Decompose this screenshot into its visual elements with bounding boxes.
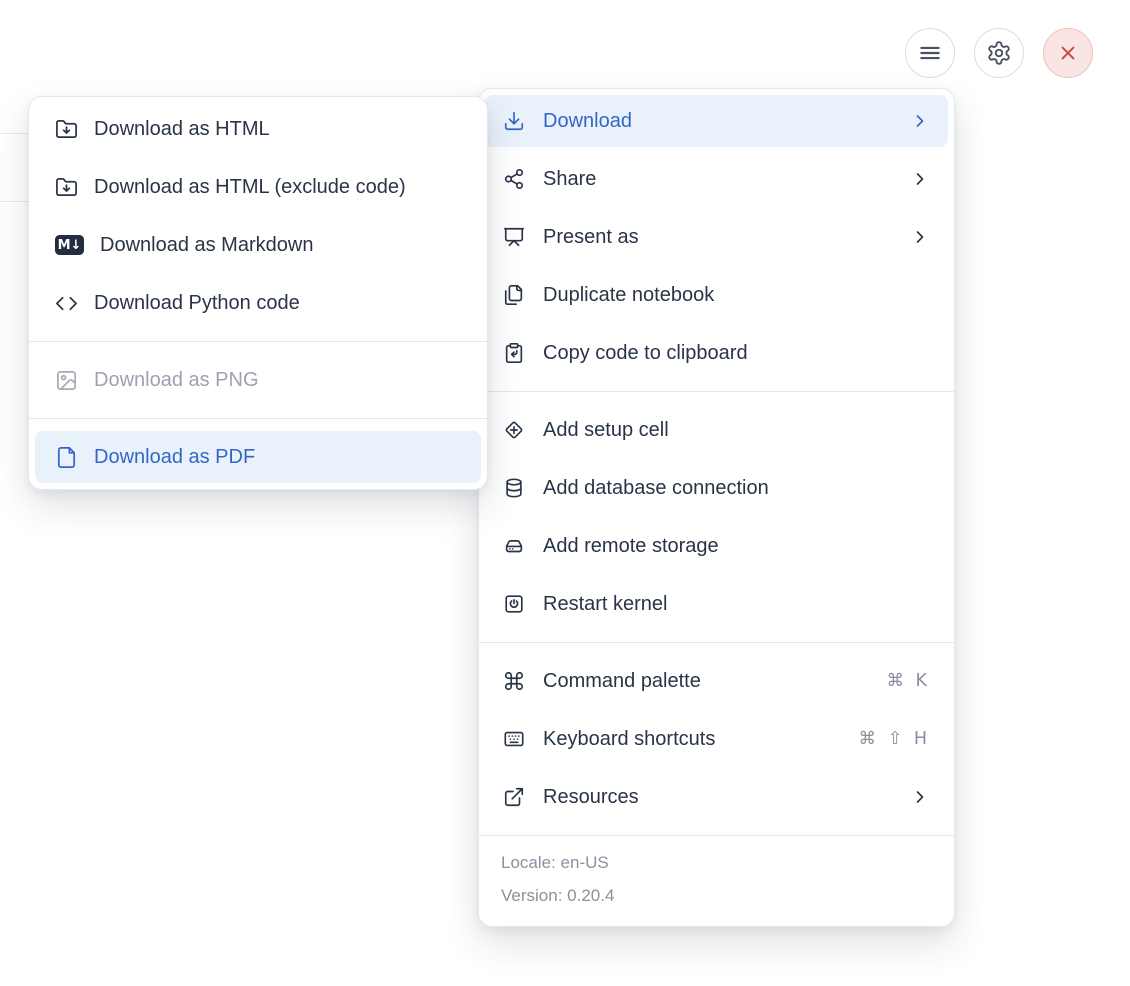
- menu-separator: [479, 391, 954, 392]
- command-icon: [503, 670, 525, 692]
- submenu-item-download-html-exclude-code[interactable]: Download as HTML (exclude code): [35, 161, 481, 213]
- file-icon: [55, 446, 78, 469]
- menu-item-label: Present as: [543, 225, 639, 248]
- settings-button[interactable]: [974, 28, 1024, 78]
- menu-item-download[interactable]: Download: [485, 95, 948, 147]
- app-screen: Download Share Present as Duplicate note…: [0, 0, 1130, 986]
- menu-item-restart-kernel[interactable]: Restart kernel: [485, 578, 948, 630]
- main-menu: Download Share Present as Duplicate note…: [478, 88, 955, 927]
- image-icon: [55, 369, 78, 392]
- menu-item-label: Restart kernel: [543, 592, 668, 615]
- submenu-item-label: Download as HTML: [94, 117, 270, 140]
- menu-item-resources[interactable]: Resources: [485, 771, 948, 823]
- shortcut-hint: ⌘ ⇧ H: [858, 729, 930, 749]
- notebook-actions-toolbar: [905, 28, 1093, 78]
- menu-item-present-as[interactable]: Present as: [485, 211, 948, 263]
- folder-down-icon: [55, 118, 78, 141]
- menu-footer: Locale: en-US Version: 0.20.4: [479, 836, 954, 926]
- submenu-item-label: Download as Markdown: [100, 233, 314, 256]
- submenu-item-label: Download as HTML (exclude code): [94, 175, 406, 198]
- menu-separator: [479, 642, 954, 643]
- clipboard-copy-icon: [503, 342, 525, 364]
- hamburger-icon: [917, 40, 943, 66]
- submenu-item-download-markdown[interactable]: M↓ Download as Markdown: [35, 219, 481, 271]
- menu-item-label: Add setup cell: [543, 418, 669, 441]
- menu-item-label: Add database connection: [543, 476, 769, 499]
- menu-separator: [29, 418, 487, 419]
- menu-item-command-palette[interactable]: Command palette ⌘ K: [485, 655, 948, 707]
- download-submenu: Download as HTML Download as HTML (exclu…: [28, 96, 488, 490]
- hard-drive-icon: [503, 535, 525, 557]
- menu-button[interactable]: [905, 28, 955, 78]
- close-button[interactable]: [1043, 28, 1093, 78]
- presentation-icon: [503, 226, 525, 248]
- chevron-right-icon: [910, 787, 930, 807]
- database-icon: [503, 477, 525, 499]
- close-icon: [1055, 40, 1081, 66]
- menu-item-label: Copy code to clipboard: [543, 341, 748, 364]
- menu-item-add-setup-cell[interactable]: Add setup cell: [485, 404, 948, 456]
- power-square-icon: [503, 593, 525, 615]
- download-icon: [503, 110, 525, 132]
- menu-item-label: Download: [543, 109, 632, 132]
- menu-item-share[interactable]: Share: [485, 153, 948, 205]
- code-icon: [55, 292, 78, 315]
- submenu-item-download-png[interactable]: Download as PNG: [35, 354, 481, 406]
- page-divider-line: [0, 201, 28, 202]
- submenu-item-label: Download Python code: [94, 291, 300, 314]
- duplicate-files-icon: [503, 284, 525, 306]
- menu-item-label: Keyboard shortcuts: [543, 727, 716, 750]
- menu-item-duplicate-notebook[interactable]: Duplicate notebook: [485, 269, 948, 321]
- diamond-plus-icon: [503, 419, 525, 441]
- menu-item-keyboard-shortcuts[interactable]: Keyboard shortcuts ⌘ ⇧ H: [485, 713, 948, 765]
- locale-text: Locale: en-US: [501, 853, 609, 872]
- menu-item-label: Share: [543, 167, 597, 190]
- menu-item-label: Duplicate notebook: [543, 283, 715, 306]
- chevron-right-icon: [910, 111, 930, 131]
- menu-item-add-remote-storage[interactable]: Add remote storage: [485, 520, 948, 572]
- page-divider-line: [0, 133, 28, 134]
- chevron-right-icon: [910, 227, 930, 247]
- menu-item-label: Add remote storage: [543, 534, 719, 557]
- submenu-item-download-python-code[interactable]: Download Python code: [35, 277, 481, 329]
- menu-item-copy-code[interactable]: Copy code to clipboard: [485, 327, 948, 379]
- share-icon: [503, 168, 525, 190]
- markdown-icon: M↓: [55, 235, 84, 255]
- external-link-icon: [503, 786, 525, 808]
- menu-item-label: Command palette: [543, 669, 701, 692]
- chevron-right-icon: [910, 169, 930, 189]
- submenu-item-label: Download as PDF: [94, 445, 256, 468]
- submenu-item-download-pdf[interactable]: Download as PDF: [35, 431, 481, 483]
- shortcut-hint: ⌘ K: [886, 671, 930, 691]
- menu-separator: [29, 341, 487, 342]
- menu-item-add-database-connection[interactable]: Add database connection: [485, 462, 948, 514]
- keyboard-icon: [503, 728, 525, 750]
- version-text: Version: 0.20.4: [501, 886, 615, 905]
- gear-icon: [986, 40, 1012, 66]
- submenu-item-download-html[interactable]: Download as HTML: [35, 103, 481, 155]
- menu-item-label: Resources: [543, 785, 639, 808]
- folder-down-icon: [55, 176, 78, 199]
- submenu-item-label: Download as PNG: [94, 368, 259, 391]
